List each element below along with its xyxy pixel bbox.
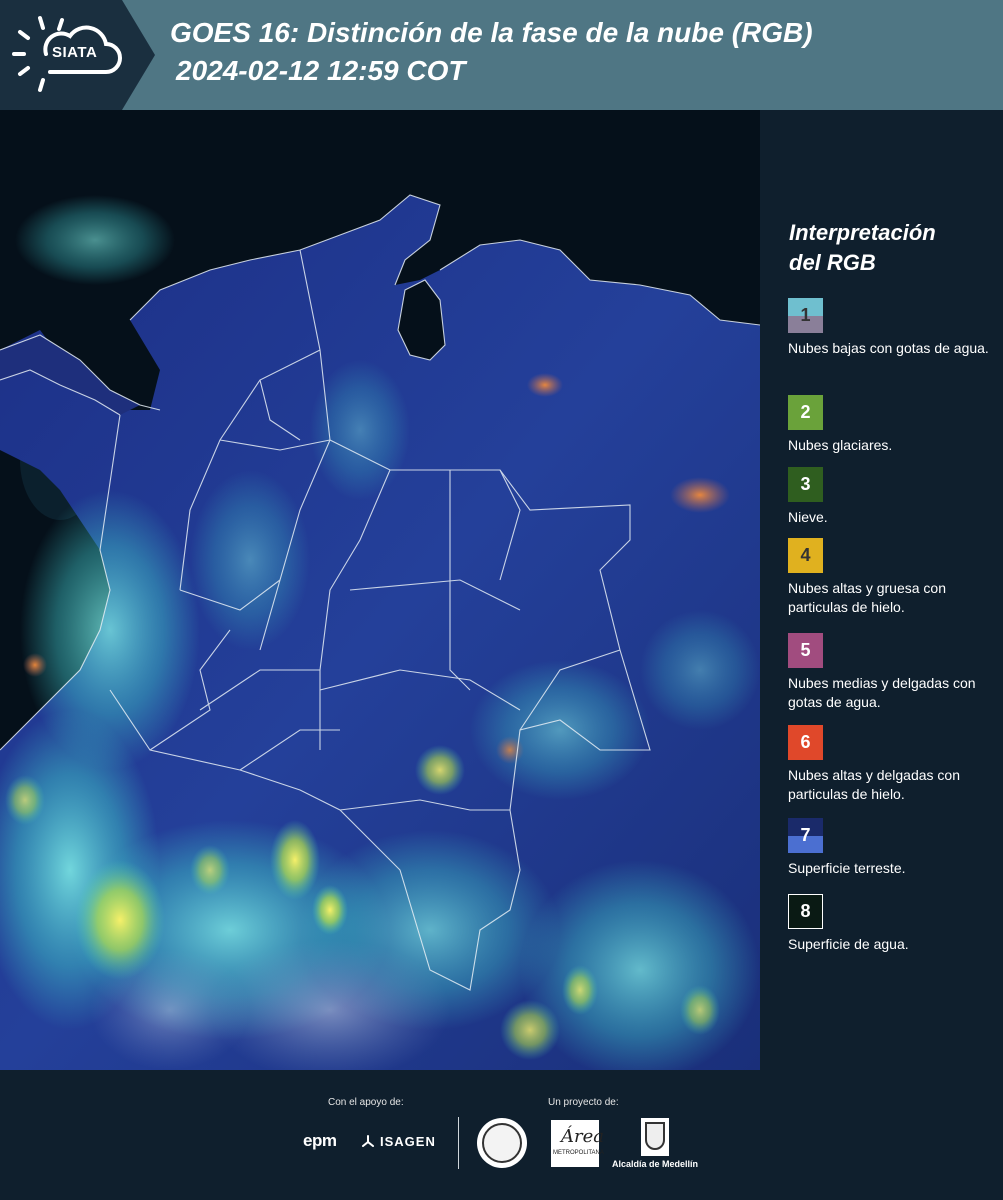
legend-item-1: 1 Nubes bajas con gotas de agua.	[788, 298, 1000, 358]
legend-number-1: 1	[800, 305, 811, 325]
legend-label-8: Superficie de agua.	[788, 936, 909, 952]
legend-swatch-6: 6	[788, 725, 823, 760]
legend-number-5: 5	[800, 640, 811, 660]
title-line-product: GOES 16: Distinción de la fase de la nub…	[170, 17, 813, 48]
legend-swatch-4: 4	[788, 538, 823, 573]
legend-title: Interpretación del RGB	[789, 218, 989, 278]
medellin-logo-text: Alcaldía de Medellín	[612, 1159, 699, 1169]
legend-title-line2: del RGB	[789, 250, 876, 275]
isagen-mark-icon	[362, 1135, 374, 1147]
legend-item-5: 5 Nubes medias y delgadas con gotas de a…	[788, 633, 1000, 712]
legend-item-6: 6 Nubes altas y delgadas con particulas …	[788, 725, 1000, 804]
area-logo-sub: METROPOLITANA	[553, 1150, 604, 1156]
page-title: GOES 16: Distinción de la fase de la nub…	[170, 14, 813, 90]
legend-swatch-1: 1	[788, 298, 823, 333]
legend-label-4: Nubes altas y gruesa con particulas de h…	[788, 580, 946, 615]
medellin-shield-logo	[641, 1118, 669, 1156]
area-logo-text: Área	[561, 1126, 604, 1147]
legend-label-3: Nieve.	[788, 509, 828, 525]
footer-sponsors: Con el apoyo de: Un proyecto de: epm ISA…	[0, 1070, 1003, 1200]
satellite-map	[0, 110, 760, 1070]
legend-item-4: 4 Nubes altas y gruesa con particulas de…	[788, 538, 1000, 617]
legend-number-8: 8	[800, 901, 811, 921]
legend-number-6: 6	[800, 732, 811, 752]
legend-swatch-3: 3	[788, 467, 823, 502]
caribbean-cloud	[15, 195, 175, 285]
support-label: Con el apoyo de:	[328, 1097, 404, 1108]
legend-number-3: 3	[800, 474, 811, 494]
legend-swatch-7: 7	[788, 818, 823, 853]
footer-divider	[458, 1117, 459, 1169]
legend-label-7: Superficie terreste.	[788, 860, 906, 876]
legend-number-4: 4	[800, 545, 811, 565]
legend-number-2: 2	[800, 402, 811, 422]
isagen-logo: ISAGEN	[380, 1134, 436, 1149]
legend-panel: Interpretación del RGB 1 Nubes bajas con…	[760, 110, 1003, 1070]
legend-label-1: Nubes bajas con gotas de agua.	[788, 340, 989, 356]
legend-item-8: 8 Superficie de agua.	[788, 894, 1000, 954]
rgb-composite-image	[0, 110, 760, 1070]
legend-label-2: Nubes glaciares.	[788, 437, 893, 453]
header-bar: SIATA GOES 16: Distinción de la fase de …	[0, 0, 1003, 110]
epm-logo: epm	[303, 1131, 337, 1150]
legend-swatch-2: 2	[788, 395, 823, 430]
university-seal-logo	[477, 1118, 527, 1168]
title-line-datetime: 2024-02-12 12:59 COT	[176, 55, 466, 86]
siata-logo: SIATA	[0, 0, 155, 110]
siata-logo-text: SIATA	[52, 44, 98, 61]
legend-number-7: 7	[800, 825, 811, 845]
project-label: Un proyecto de:	[548, 1097, 619, 1108]
legend-label-6: Nubes altas y delgadas con particulas de…	[788, 767, 960, 802]
legend-item-3: 3 Nieve.	[788, 467, 1000, 527]
legend-item-2: 2 Nubes glaciares.	[788, 395, 1000, 455]
legend-label-5: Nubes medias y delgadas con gotas de agu…	[788, 675, 976, 710]
legend-title-line1: Interpretación	[789, 220, 936, 245]
legend-swatch-8: 8	[788, 894, 823, 929]
legend-item-7: 7 Superficie terreste.	[788, 818, 1000, 878]
legend-swatch-5: 5	[788, 633, 823, 668]
area-metropolitana-logo: Área METROPOLITANA	[551, 1120, 604, 1167]
